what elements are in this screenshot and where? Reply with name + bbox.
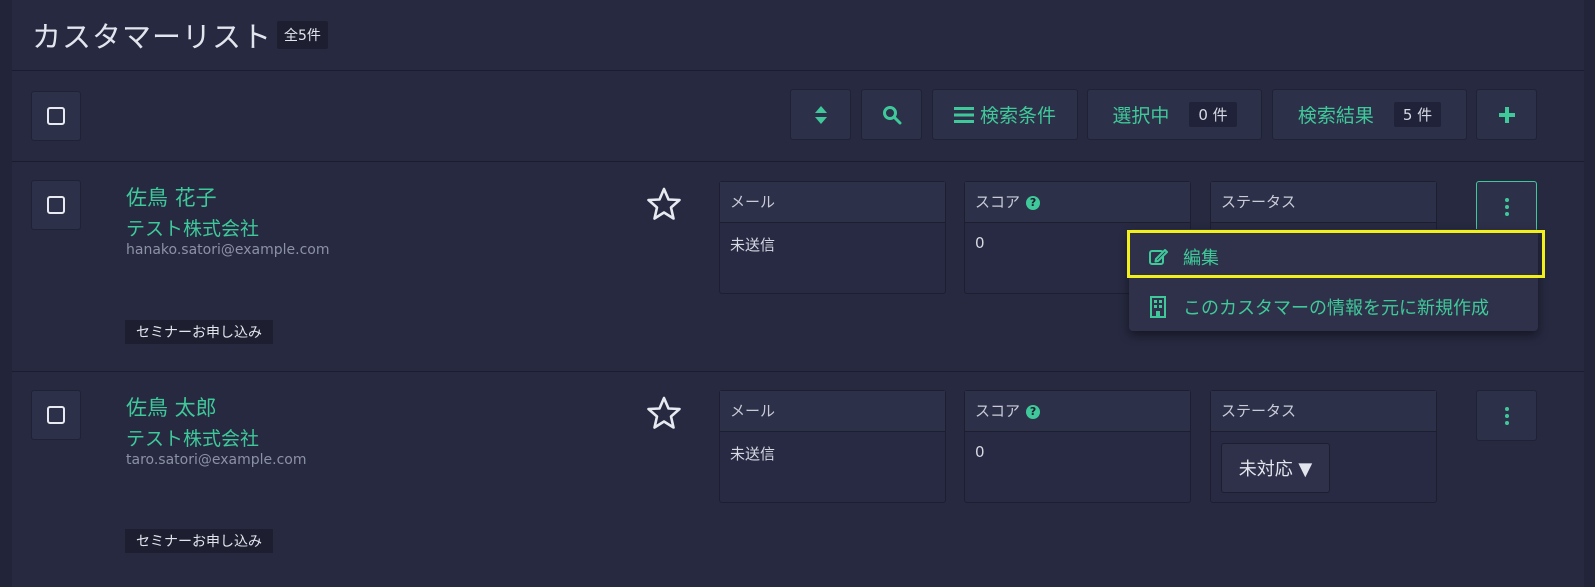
score-label: スコア <box>975 193 1021 211</box>
more-vertical-icon <box>1504 197 1509 216</box>
mail-value: 未送信 <box>730 236 776 254</box>
score-value: 0 <box>975 443 985 461</box>
customer-email: taro.satori@example.com <box>126 452 307 468</box>
checkbox-icon <box>47 196 65 214</box>
building-icon <box>1147 296 1169 318</box>
status-label: ステータス <box>1211 391 1436 432</box>
row-menu-button[interactable] <box>1476 390 1537 441</box>
sort-button[interactable] <box>790 89 851 140</box>
status-select[interactable]: 未対応 ▼ <box>1221 443 1330 493</box>
checkbox-icon <box>47 107 65 125</box>
customer-tag: セミナーお申し込み <box>125 529 273 553</box>
favorite-star-icon[interactable] <box>646 186 682 222</box>
search-results-button[interactable]: 検索結果 5 件 <box>1272 89 1467 140</box>
menu-item-edit[interactable]: 編集 <box>1129 232 1538 282</box>
mail-value: 未送信 <box>730 445 776 463</box>
total-count-badge: 全5件 <box>277 21 328 49</box>
search-results-label: 検索結果 <box>1297 105 1374 127</box>
search-button[interactable] <box>861 89 922 140</box>
search-conditions-label: 検索条件 <box>979 105 1056 127</box>
selected-label: 選択中 <box>1112 105 1170 127</box>
select-all-checkbox[interactable] <box>31 91 81 141</box>
menu-item-edit-label: 編集 <box>1183 248 1219 269</box>
mail-card: メール 未送信 <box>719 181 946 294</box>
add-customer-button[interactable] <box>1476 89 1537 140</box>
customer-row: 佐鳥 太郎 テスト株式会社 taro.satori@example.com セミ… <box>12 372 1584 587</box>
score-card: スコア? 0 <box>964 390 1191 503</box>
toolbar: 検索条件 選択中 0 件 検索結果 5 件 <box>12 71 1584 162</box>
row-checkbox[interactable] <box>31 180 81 230</box>
list-icon <box>953 106 974 123</box>
page-title: カスタマーリスト <box>32 20 273 54</box>
checkbox-icon <box>47 406 65 424</box>
more-vertical-icon <box>1504 406 1509 425</box>
search-results-count-badge: 5 件 <box>1393 102 1442 127</box>
customer-name[interactable]: 佐鳥 花子 <box>126 182 217 212</box>
selected-button[interactable]: 選択中 0 件 <box>1087 89 1262 140</box>
status-card: ステータス 未対応 ▼ <box>1210 390 1437 503</box>
search-conditions-button[interactable]: 検索条件 <box>932 89 1078 140</box>
score-label: スコア <box>975 402 1021 420</box>
favorite-star-icon[interactable] <box>646 395 682 431</box>
customer-company[interactable]: テスト株式会社 <box>126 214 259 241</box>
score-header: スコア? <box>965 182 1190 223</box>
sort-icon <box>814 105 827 124</box>
mail-card: メール 未送信 <box>719 390 946 503</box>
mail-label: メール <box>720 182 945 223</box>
edit-icon <box>1147 246 1169 268</box>
customer-name[interactable]: 佐鳥 太郎 <box>126 392 217 422</box>
score-header: スコア? <box>965 391 1190 432</box>
row-action-menu: 編集 このカスタマーの情報を元に新規作成 <box>1129 229 1538 331</box>
customer-tag: セミナーお申し込み <box>125 320 273 344</box>
row-checkbox[interactable] <box>31 390 81 440</box>
plus-icon <box>1498 106 1515 123</box>
search-icon <box>882 105 901 124</box>
menu-item-create-from-customer[interactable]: このカスタマーの情報を元に新規作成 <box>1129 282 1538 332</box>
menu-item-create-label: このカスタマーの情報を元に新規作成 <box>1183 298 1489 319</box>
customer-email: hanako.satori@example.com <box>126 242 330 258</box>
page-header: カスタマーリスト 全5件 <box>12 0 1584 71</box>
mail-label: メール <box>720 391 945 432</box>
help-icon[interactable]: ? <box>1026 195 1041 210</box>
selected-count-badge: 0 件 <box>1189 102 1237 127</box>
status-label: ステータス <box>1211 182 1436 223</box>
row-menu-button[interactable] <box>1476 181 1537 232</box>
help-icon[interactable]: ? <box>1026 404 1041 419</box>
customer-company[interactable]: テスト株式会社 <box>126 424 259 451</box>
